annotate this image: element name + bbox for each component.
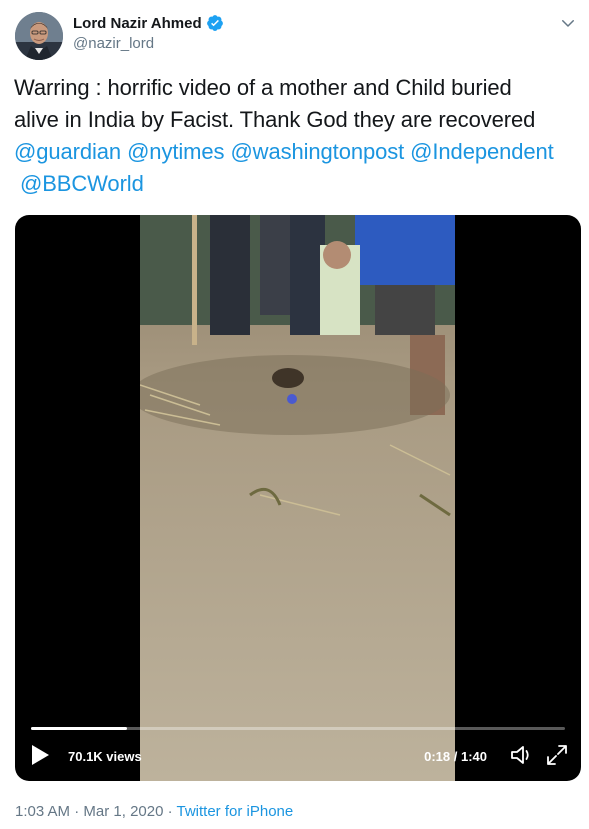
view-count: 70.1K views bbox=[68, 749, 142, 764]
tweet-card: Lord Nazir Ahmed @nazir_lord Warring : h… bbox=[0, 0, 589, 829]
mention-link[interactable]: @nytimes bbox=[127, 139, 224, 164]
avatar[interactable] bbox=[15, 12, 63, 60]
play-icon[interactable] bbox=[29, 743, 51, 767]
mentions-line-2: @BBCWorld bbox=[14, 168, 584, 200]
video-progress-fill bbox=[31, 727, 128, 730]
mention-link[interactable]: @washingtonpost bbox=[230, 139, 404, 164]
video-player[interactable]: 70.1K views 0:18 / 1:40 bbox=[15, 215, 581, 781]
mentions-line-1: @guardian @nytimes @washingtonpost @Inde… bbox=[14, 136, 584, 168]
avatar-image bbox=[15, 12, 63, 60]
user-info[interactable]: Lord Nazir Ahmed @nazir_lord bbox=[73, 14, 224, 52]
tweet-text-line: alive in India by Facist. Thank God they… bbox=[14, 107, 536, 132]
tweet-date[interactable]: Mar 1, 2020 bbox=[83, 803, 163, 820]
volume-icon[interactable] bbox=[509, 743, 535, 767]
display-name[interactable]: Lord Nazir Ahmed bbox=[73, 15, 202, 32]
tweet-text: Warring : horrific video of a mother and… bbox=[14, 72, 584, 200]
meta-separator: · bbox=[163, 803, 177, 820]
fullscreen-icon[interactable] bbox=[545, 743, 569, 767]
video-time: 0:18 / 1:40 bbox=[424, 749, 487, 764]
video-progress-bar[interactable] bbox=[31, 727, 565, 730]
video-frame bbox=[140, 215, 455, 781]
tweet-meta: 1:03 AM · Mar 1, 2020 · Twitter for iPho… bbox=[15, 803, 293, 820]
mention-link[interactable]: @Independent bbox=[410, 139, 554, 164]
meta-separator: · bbox=[70, 803, 84, 820]
tweet-text-line: Warring : horrific video of a mother and… bbox=[14, 75, 512, 100]
tweet-source-link[interactable]: Twitter for iPhone bbox=[177, 803, 294, 820]
mention-link[interactable]: @BBCWorld bbox=[20, 171, 144, 196]
mention-link[interactable]: @guardian bbox=[14, 139, 121, 164]
tweet-time[interactable]: 1:03 AM bbox=[15, 803, 70, 820]
chevron-down-icon[interactable] bbox=[559, 14, 577, 32]
handle[interactable]: @nazir_lord bbox=[73, 35, 224, 52]
verified-badge-icon bbox=[206, 14, 224, 32]
video-controls: 70.1K views 0:18 / 1:40 bbox=[15, 731, 581, 781]
